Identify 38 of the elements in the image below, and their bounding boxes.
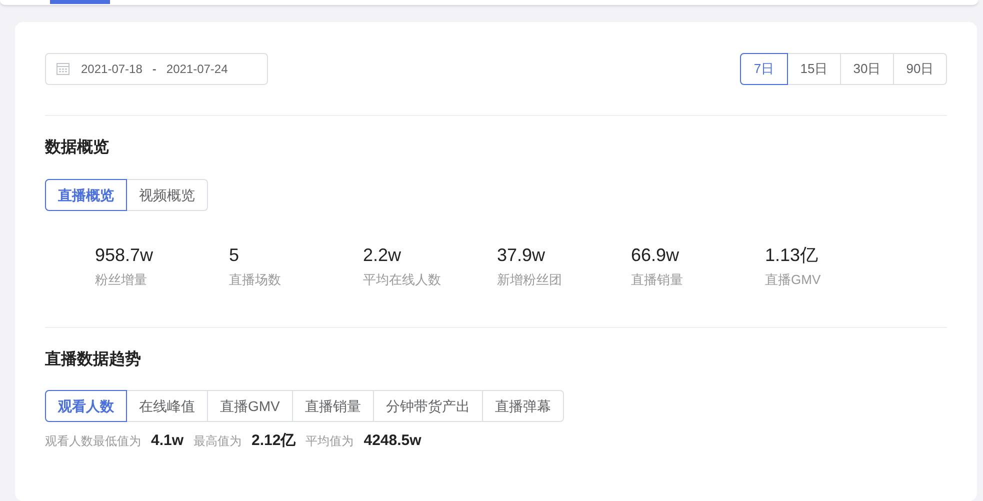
stat-label: 直播销量 [631, 271, 683, 289]
stat-value: 66.9w [631, 244, 680, 267]
active-tab-indicator [50, 0, 110, 4]
summary-label: 观看人数最低值为 [45, 433, 141, 450]
summary-label: 平均值为 [306, 433, 354, 450]
section-title: 直播数据趋势 [45, 349, 142, 370]
stat-label: 粉丝增量 [95, 271, 147, 289]
date-range-field[interactable]: 2021-07-18 - 2021-07-24 [45, 53, 268, 85]
stat-value: 958.7w [95, 244, 154, 267]
summary-value: 2.12亿 [252, 431, 296, 451]
end-date: 2021-07-24 [166, 61, 228, 78]
stat-value: 2.2w [363, 244, 402, 267]
tab[interactable]: 在线峰值 [126, 390, 208, 422]
stat-label: 直播GMV [765, 271, 821, 289]
stat-value: 1.13亿 [765, 244, 818, 267]
stat-value: 37.9w [497, 244, 546, 267]
tab[interactable]: 视频概览 [126, 179, 208, 211]
period-button[interactable]: 90日 [893, 53, 947, 85]
period-button[interactable]: 7日 [740, 53, 788, 85]
summary-value: 4.1w [151, 431, 184, 451]
start-date: 2021-07-18 [81, 61, 142, 78]
period-button[interactable]: 30日 [840, 53, 894, 85]
period-button[interactable]: 15日 [787, 53, 841, 85]
tab[interactable]: 分钟带货产出 [372, 390, 483, 422]
date-separator: - [152, 61, 156, 78]
tab[interactable]: 直播弹幕 [482, 390, 564, 422]
tab[interactable]: 直播概览 [45, 179, 127, 211]
tab[interactable]: 直播销量 [292, 390, 374, 422]
calendar-icon [56, 62, 70, 76]
summary-value: 4248.5w [364, 431, 422, 451]
tab[interactable]: 直播GMV [207, 390, 293, 422]
tab[interactable]: 观看人数 [45, 390, 127, 422]
summary-label: 最高值为 [194, 433, 242, 450]
stat-label: 新增粉丝团 [497, 271, 562, 289]
stat-value: 5 [229, 244, 240, 267]
stat-label: 直播场数 [229, 271, 281, 289]
section-title: 数据概览 [45, 138, 110, 158]
stat-label: 平均在线人数 [363, 271, 441, 289]
